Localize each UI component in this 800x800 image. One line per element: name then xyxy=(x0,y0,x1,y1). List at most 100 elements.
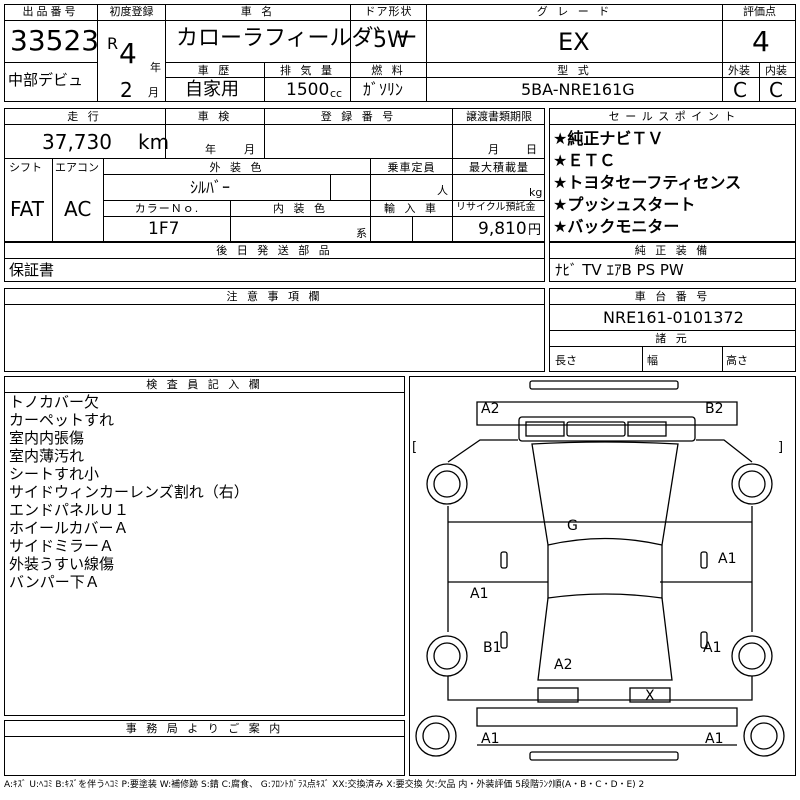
reg-no-label: 登 録 番 号 xyxy=(320,110,397,123)
first-reg-era: R xyxy=(107,34,119,53)
inspector-note: バンパー下Ａ xyxy=(9,573,100,591)
sales-point: ★トヨタセーフティセンス xyxy=(553,173,742,192)
mark-a2-rear: A2 xyxy=(554,657,573,673)
inspector-note: カーペットすれ xyxy=(9,411,115,429)
equipment-label: 純 正 装 備 xyxy=(634,244,711,257)
lot-label: 出品番号 xyxy=(22,5,79,18)
shift-value: FAT xyxy=(10,197,45,221)
int-score-label: 内装 xyxy=(765,64,787,77)
interior-unit: 系 xyxy=(356,227,367,240)
inspector-note: エンドパネルＵ１ xyxy=(9,501,130,519)
ext-score-label: 外装 xyxy=(728,64,750,77)
color-code: 1F7 xyxy=(148,219,180,239)
inspector-note: 室内薄汚れ xyxy=(9,447,85,465)
inspection-month-unit: 月 xyxy=(244,143,255,156)
car-diagram-box xyxy=(409,376,796,776)
fuel-label: 燃 料 xyxy=(371,64,406,77)
first-reg-label: 初度登録 xyxy=(109,5,154,18)
color-value: ｼﾙﾊﾞｰ xyxy=(190,178,231,197)
capacity-unit: 人 xyxy=(437,184,448,197)
notes-label: 注 意 事 項 欄 xyxy=(226,290,323,303)
mark-a1-right-rear: A1 xyxy=(703,640,722,656)
spec-width-label: 幅 xyxy=(647,354,658,367)
recycle-unit: 円 xyxy=(528,223,542,238)
legend-text: A:ｷｽﾞ U:ﾍｺﾐ B:ｷｽﾞを伴うﾍｺﾐ P:要塗装 W:補修跡 S:錆 … xyxy=(4,780,645,790)
displacement-value: 1500 xyxy=(286,80,330,100)
chassis-value: NRE161-0101372 xyxy=(603,308,744,327)
inspector-note: 外装うすい線傷 xyxy=(9,555,115,573)
shift-label: シフト xyxy=(9,161,42,174)
mileage-unit: km xyxy=(138,130,170,154)
mileage-label: 走 行 xyxy=(67,110,102,123)
mark-b1-left-rear: B1 xyxy=(483,640,502,656)
mileage-value: 37,730 xyxy=(42,130,112,154)
grade-label: グ レ ー ド xyxy=(536,5,613,18)
first-reg-month: 2 xyxy=(120,78,133,102)
fuel-value: ｶﾞｿﾘﾝ xyxy=(363,80,404,99)
ac-value: AC xyxy=(64,197,92,221)
inspector-note: サイドミラーＡ xyxy=(9,537,115,555)
inspector-note: シートすれ小 xyxy=(9,465,100,483)
car-name-label: 車 名 xyxy=(240,5,276,18)
mark-a2-front: A2 xyxy=(481,401,500,417)
first-reg-month-unit: 月 xyxy=(148,86,159,99)
sales-point: ★バックモニター xyxy=(553,217,680,236)
displacement-unit: cc xyxy=(330,87,343,100)
mark-a1-rear-right: A1 xyxy=(705,731,724,747)
transfer-label: 譲渡書類期限 xyxy=(466,110,532,123)
sales-point: ★ＥＴＣ xyxy=(553,151,616,170)
recycle-value: 9,810 xyxy=(478,219,527,239)
inspection-year-unit: 年 xyxy=(205,143,216,156)
recycle-label: リサイクル預託金 xyxy=(456,202,536,213)
interior-label: 内 装 色 xyxy=(273,202,328,215)
mark-a1-left-door: A1 xyxy=(470,586,489,602)
color-code-label: カラーＮｏ. xyxy=(134,202,200,215)
lot-number: 33523 xyxy=(10,24,100,57)
specs-label: 諸 元 xyxy=(655,332,690,345)
inspector-note: ホイールカバーＡ xyxy=(9,519,129,537)
history-value: 自家用 xyxy=(185,79,239,100)
score-label: 評価点 xyxy=(743,5,776,18)
vehicle-info-block xyxy=(4,108,545,242)
payload-unit: kg xyxy=(529,186,543,199)
debut-label: 中部デビュ xyxy=(8,71,84,89)
door-label: ドア形状 xyxy=(364,5,413,18)
first-reg-year-unit: 年 xyxy=(150,61,161,74)
transfer-month-unit: 月 xyxy=(488,143,499,156)
import-label: 輸 入 車 xyxy=(384,202,439,215)
bracket-left: [ xyxy=(412,440,418,455)
bracket-right: ] xyxy=(778,440,784,455)
inspector-note: トノカバー欠 xyxy=(9,393,100,411)
inspection-label: 車 検 xyxy=(197,110,233,123)
inspector-label: 検 査 員 記 入 欄 xyxy=(146,378,263,391)
mark-a1-rear-left: A1 xyxy=(481,731,500,747)
mark-a1-right-door: A1 xyxy=(718,551,737,567)
ac-label: エアコン xyxy=(55,161,99,174)
mark-g-windshield: G xyxy=(567,518,578,534)
door-value: 5W xyxy=(373,28,409,53)
inspector-note: サイドウィンカーレンズ割れ（右） xyxy=(9,483,249,501)
later-parts-value: 保証書 xyxy=(9,261,55,279)
first-reg-year: 4 xyxy=(119,37,137,70)
spec-height-label: 高さ xyxy=(726,354,748,367)
score-value: 4 xyxy=(752,25,770,58)
color-label: 外 装 色 xyxy=(209,161,265,174)
spec-length-label: 長さ xyxy=(555,354,577,367)
mark-b2-front: B2 xyxy=(705,401,724,417)
office-label: 事 務 局 よ り ご 案 内 xyxy=(125,722,284,735)
int-score: C xyxy=(769,78,783,102)
model-value: 5BA-NRE161G xyxy=(521,80,635,99)
chassis-label: 車 台 番 号 xyxy=(634,290,711,303)
displacement-label: 排 気 量 xyxy=(280,64,335,77)
mark-x: X xyxy=(645,688,655,704)
grade-value: EX xyxy=(558,28,590,56)
history-label: 車 歴 xyxy=(197,64,233,77)
equipment-value: ﾅﾋﾞ TV ｴｱB PS PW xyxy=(555,261,684,279)
later-parts-label: 後 日 発 送 部 品 xyxy=(216,244,333,257)
sales-point: ★プッシュスタート xyxy=(553,195,696,214)
model-label: 型 式 xyxy=(557,64,592,77)
transfer-day-unit: 日 xyxy=(526,143,537,156)
sales-points-label: セ ー ル ス ポ イ ン ト xyxy=(608,110,737,123)
ext-score: C xyxy=(733,78,747,102)
inspector-note: 室内内張傷 xyxy=(9,429,85,447)
